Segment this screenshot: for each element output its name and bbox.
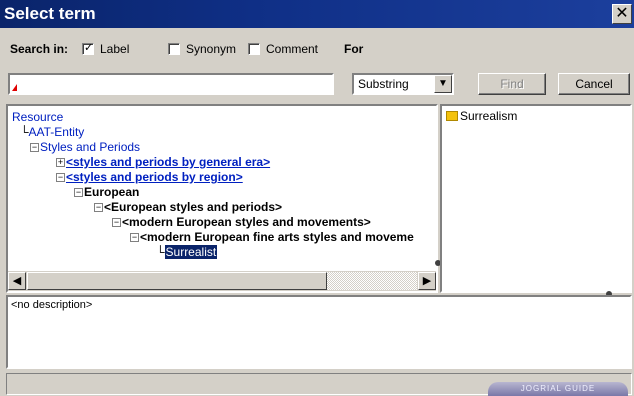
term-tree-panel[interactable]: Resource └AAT-Entity − Styles and Periods… <box>6 104 438 293</box>
collapse-icon[interactable]: − <box>130 233 139 242</box>
tree-node[interactable]: − Styles and Periods <box>30 140 140 155</box>
label-checkbox-label[interactable]: Label <box>100 42 129 56</box>
term-icon <box>446 111 458 121</box>
expand-icon[interactable]: + <box>56 158 65 167</box>
title-bar: Select term ✕ <box>0 0 634 28</box>
tree-node-label[interactable]: Resource <box>12 110 63 124</box>
close-button[interactable]: ✕ <box>612 4 632 24</box>
tree-node-label[interactable]: AAT-Entity <box>29 125 85 139</box>
scroll-left-icon[interactable]: ◀ <box>8 272 26 290</box>
find-button[interactable]: Find <box>478 73 546 95</box>
collapse-icon[interactable]: − <box>56 173 65 182</box>
tree-node-label-selected[interactable]: Surrealist <box>164 245 218 259</box>
collapse-icon[interactable]: − <box>74 188 83 197</box>
window-title: Select term <box>4 4 96 23</box>
tree-node-label[interactable]: <modern European fine arts styles and mo… <box>140 230 414 244</box>
tree-node[interactable]: + <styles and periods by general era> <box>56 155 270 170</box>
search-in-label: Search in: <box>10 42 69 56</box>
results-list[interactable]: Surrealism <box>440 104 632 293</box>
comment-checkbox[interactable] <box>248 43 260 55</box>
scroll-right-icon[interactable]: ▶ <box>418 272 436 290</box>
tree-node[interactable]: − <modern European styles and movements> <box>112 215 371 230</box>
search-options-row: Search in: Label Synonym Comment For <box>10 41 630 58</box>
tree-node[interactable]: └AAT-Entity <box>20 125 84 140</box>
tree-node[interactable]: Resource <box>12 110 63 125</box>
result-item[interactable]: Surrealism <box>446 109 517 123</box>
tree-node-label[interactable]: Styles and Periods <box>40 140 140 154</box>
search-row: Substring ▼ Find Cancel <box>8 71 632 97</box>
select-term-dialog: Select term ✕ Search in: Label Synonym C… <box>0 0 634 396</box>
tree-node-label[interactable]: <styles and periods by general era> <box>66 155 270 169</box>
tree-node[interactable]: − <modern European fine arts styles and m… <box>130 230 414 245</box>
match-mode-value: Substring <box>358 77 409 91</box>
for-label: For <box>344 42 364 56</box>
collapse-icon[interactable]: − <box>30 143 39 152</box>
tree-connector: └ <box>20 125 29 139</box>
tree-node-label[interactable]: <styles and periods by region> <box>66 170 243 184</box>
description-panel[interactable]: <no description> <box>6 295 632 369</box>
scroll-thumb[interactable] <box>27 272 327 290</box>
tree-node-label[interactable]: <European styles and periods> <box>104 200 282 214</box>
error-marker-icon <box>12 84 17 91</box>
dropdown-arrow-icon[interactable]: ▼ <box>434 75 452 93</box>
match-mode-select[interactable]: Substring ▼ <box>352 73 454 95</box>
guide-tab[interactable]: JOGRIAL GUIDE <box>488 382 628 396</box>
description-text: <no description> <box>11 299 93 311</box>
tree-node-label[interactable]: European <box>84 185 139 199</box>
tree-node[interactable]: − <European styles and periods> <box>94 200 282 215</box>
collapse-icon[interactable]: − <box>94 203 103 212</box>
synonym-checkbox-label[interactable]: Synonym <box>186 42 236 56</box>
term-tree[interactable]: Resource └AAT-Entity − Styles and Periods… <box>8 106 436 268</box>
comment-checkbox-label[interactable]: Comment <box>266 42 318 56</box>
synonym-checkbox[interactable] <box>168 43 180 55</box>
tree-node-label[interactable]: <modern European styles and movements> <box>122 215 371 229</box>
tree-node[interactable]: └Surrealist <box>156 245 218 260</box>
cancel-button[interactable]: Cancel <box>558 73 630 95</box>
tree-connector: └ <box>156 245 165 259</box>
tree-node[interactable]: − <styles and periods by region> <box>56 170 243 185</box>
result-item-label[interactable]: Surrealism <box>460 109 517 123</box>
collapse-icon[interactable]: − <box>112 218 121 227</box>
tree-horizontal-scrollbar[interactable]: ◀ ▶ <box>8 271 436 291</box>
label-checkbox[interactable] <box>82 41 94 55</box>
search-input[interactable] <box>8 73 334 95</box>
tree-node[interactable]: − European <box>74 185 139 200</box>
